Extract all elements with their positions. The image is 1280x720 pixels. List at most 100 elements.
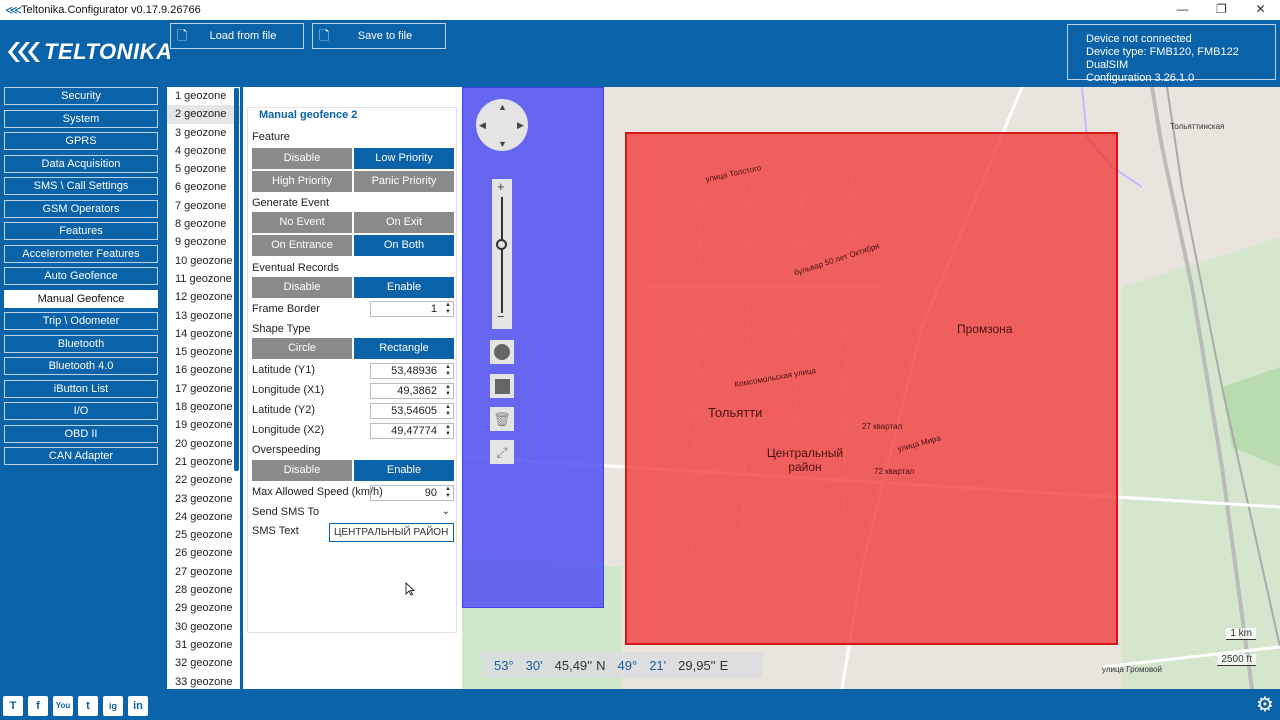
teltonika-link-icon[interactable]: T xyxy=(3,696,23,716)
zoom-out-icon[interactable]: − xyxy=(497,309,505,324)
geozone-item[interactable]: 31 geozone xyxy=(167,636,240,654)
geozone-item[interactable]: 1 geozone xyxy=(167,87,240,105)
nav-gprs[interactable]: GPRS xyxy=(4,132,158,150)
latitude-y2-input[interactable]: 53,54605 ▲ ▼ xyxy=(370,403,454,419)
nav-ibutton-list[interactable]: iButton List xyxy=(4,379,158,398)
nav-can-adapter[interactable]: CAN Adapter xyxy=(4,447,158,465)
nav-bluetooth-4[interactable]: Bluetooth 4.0 xyxy=(4,357,158,375)
spinner-icon[interactable]: ▲ ▼ xyxy=(443,384,451,398)
event-on-exit[interactable]: On Exit xyxy=(354,212,454,233)
save-to-file-button[interactable]: 🗋 Save to file xyxy=(312,23,446,49)
linkedin-icon[interactable]: in xyxy=(128,696,148,716)
nav-sms-call-settings[interactable]: SMS \ Call Settings xyxy=(4,177,158,195)
instagram-icon[interactable]: ig xyxy=(103,696,123,716)
settings-gear-icon[interactable]: ⚙ xyxy=(1254,694,1276,716)
geozone-item[interactable]: 24 geozone xyxy=(167,508,240,526)
geozone-red-rectangle[interactable] xyxy=(625,132,1118,645)
youtube-icon[interactable]: You xyxy=(53,696,73,716)
twitter-icon[interactable]: t xyxy=(78,696,98,716)
pan-right-icon[interactable]: ▶ xyxy=(517,120,524,131)
geozone-item[interactable]: 22 geozone xyxy=(167,471,240,489)
zoom-slider-knob[interactable] xyxy=(496,239,507,250)
geozone-item[interactable]: 8 geozone xyxy=(167,215,240,233)
nav-trip-odometer[interactable]: Trip \ Odometer xyxy=(4,312,158,330)
geozone-item[interactable]: 15 geozone xyxy=(167,343,240,361)
geozone-item[interactable]: 20 geozone xyxy=(167,435,240,453)
pan-up-icon[interactable]: ▲ xyxy=(498,102,507,112)
pan-left-icon[interactable]: ◀ xyxy=(479,120,486,131)
geozone-blue-area[interactable] xyxy=(462,87,604,608)
geozone-item[interactable]: 26 geozone xyxy=(167,544,240,562)
nav-system[interactable]: System xyxy=(4,109,158,128)
nav-accelerometer-features[interactable]: Accelerometer Features xyxy=(4,244,158,263)
spinner-icon[interactable]: ▲ ▼ xyxy=(443,404,451,418)
geozone-item[interactable]: 3 geozone xyxy=(167,124,240,142)
geozone-item[interactable]: 23 geozone xyxy=(167,490,240,508)
fit-view-button[interactable]: ⤢ xyxy=(490,440,514,464)
nav-manual-geofence[interactable]: Manual Geofence xyxy=(4,289,158,308)
overspeeding-disable[interactable]: Disable xyxy=(252,460,352,481)
spinner-icon[interactable]: ▲ ▼ xyxy=(443,364,451,378)
nav-obd-ii[interactable]: OBD II xyxy=(4,424,158,443)
facebook-icon[interactable]: f xyxy=(28,696,48,716)
geozone-item[interactable]: 30 geozone xyxy=(167,618,240,636)
geozone-item[interactable]: 19 geozone xyxy=(167,416,240,434)
geozone-item[interactable]: 2 geozone xyxy=(167,105,240,124)
geozone-item[interactable]: 4 geozone xyxy=(167,142,240,160)
feature-disable[interactable]: Disable xyxy=(252,148,352,169)
geozone-item[interactable]: 14 geozone xyxy=(167,325,240,343)
zoom-in-icon[interactable]: + xyxy=(497,179,505,194)
eventual-records-disable[interactable]: Disable xyxy=(252,277,352,298)
send-sms-to-select[interactable]: ⌄ xyxy=(329,505,454,521)
geozone-list-scrollbar[interactable] xyxy=(234,88,239,471)
spinner-icon[interactable]: ▲ ▼ xyxy=(443,302,451,316)
map-view[interactable]: Тольятти Центральный район Промзона улиц… xyxy=(462,87,1280,689)
geozone-item[interactable]: 5 geozone xyxy=(167,160,240,178)
geozone-item[interactable]: 9 geozone xyxy=(167,233,240,251)
geozone-item[interactable]: 11 geozone xyxy=(167,270,240,288)
geozone-item[interactable]: 32 geozone xyxy=(167,654,240,672)
shape-rectangle[interactable]: Rectangle xyxy=(354,338,454,359)
spinner-icon[interactable]: ▲ ▼ xyxy=(443,486,451,500)
geozone-item[interactable]: 13 geozone xyxy=(167,307,240,325)
geozone-item[interactable]: 18 geozone xyxy=(167,398,240,416)
geozone-item[interactable]: 28 geozone xyxy=(167,581,240,599)
draw-circle-button[interactable] xyxy=(490,340,514,364)
spinner-icon[interactable]: ▲ ▼ xyxy=(443,424,451,438)
pan-down-icon[interactable]: ▼ xyxy=(498,139,507,149)
geozone-item[interactable]: 27 geozone xyxy=(167,563,240,581)
event-on-both[interactable]: On Both xyxy=(354,235,454,256)
nav-security[interactable]: Security xyxy=(4,87,158,105)
latitude-y1-input[interactable]: 53,48936 ▲ ▼ xyxy=(370,363,454,379)
feature-low-priority[interactable]: Low Priority xyxy=(354,148,454,169)
delete-shape-button[interactable]: 🗑 xyxy=(490,407,514,431)
geozone-item[interactable]: 17 geozone xyxy=(167,380,240,398)
longitude-x1-input[interactable]: 49,3862 ▲ ▼ xyxy=(370,383,454,399)
event-no-event[interactable]: No Event xyxy=(252,212,352,233)
geozone-item[interactable]: 7 geozone xyxy=(167,197,240,215)
geozone-item[interactable]: 21 geozone xyxy=(167,453,240,471)
geozone-item[interactable]: 16 geozone xyxy=(167,361,240,379)
feature-panic-priority[interactable]: Panic Priority xyxy=(354,171,454,192)
zoom-slider-track[interactable] xyxy=(501,197,503,313)
geozone-item[interactable]: 33 geozone xyxy=(167,673,240,690)
nav-features[interactable]: Features xyxy=(4,222,158,240)
eventual-records-enable[interactable]: Enable xyxy=(354,277,454,298)
nav-data-acquisition[interactable]: Data Acquisition xyxy=(4,154,158,173)
nav-bluetooth[interactable]: Bluetooth xyxy=(4,334,158,353)
geozone-item[interactable]: 6 geozone xyxy=(167,178,240,196)
overspeeding-enable[interactable]: Enable xyxy=(354,460,454,481)
nav-auto-geofence[interactable]: Auto Geofence xyxy=(4,267,158,285)
geozone-item[interactable]: 25 geozone xyxy=(167,526,240,544)
frame-border-input[interactable]: 1 ▲ ▼ xyxy=(370,301,454,317)
feature-high-priority[interactable]: High Priority xyxy=(252,171,352,192)
max-speed-input[interactable]: 90 ▲ ▼ xyxy=(370,485,454,501)
nav-io[interactable]: I/O xyxy=(4,402,158,420)
geozone-item[interactable]: 12 geozone xyxy=(167,288,240,306)
load-from-file-button[interactable]: 🗋 Load from file xyxy=(170,23,304,49)
geozone-item[interactable]: 10 geozone xyxy=(167,252,240,270)
event-on-entrance[interactable]: On Entrance xyxy=(252,235,352,256)
map-pan-control[interactable]: ▲ ▼ ◀ ▶ xyxy=(476,99,528,151)
minimize-button[interactable]: — xyxy=(1163,0,1202,20)
draw-rectangle-button[interactable] xyxy=(490,374,514,398)
